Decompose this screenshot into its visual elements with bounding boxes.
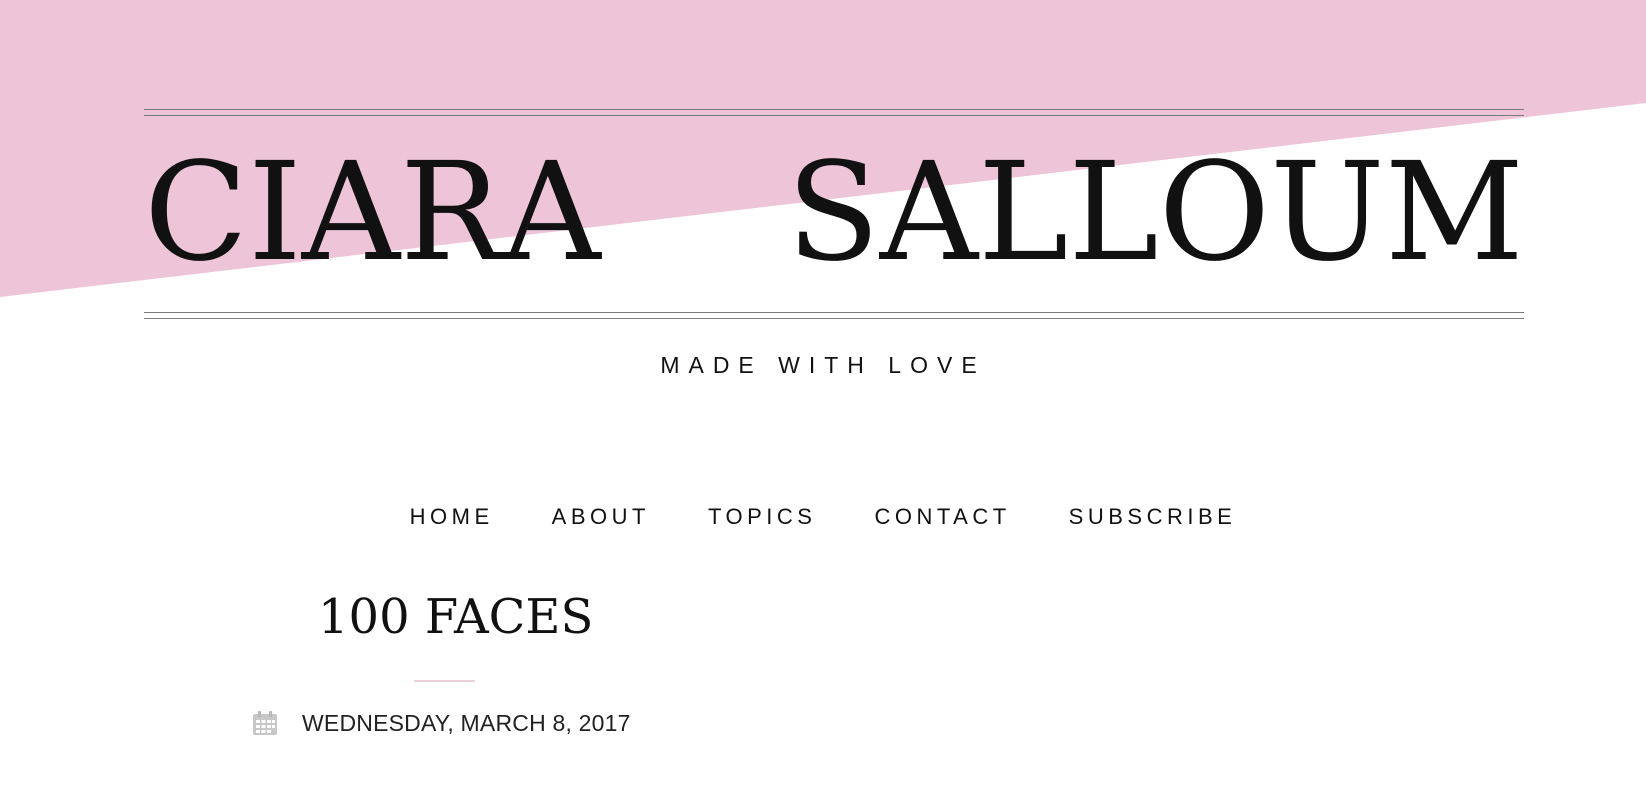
site-tagline: MADE WITH LOVE: [660, 352, 986, 378]
post-date: WEDNESDAY, MARCH 8, 2017: [302, 709, 631, 736]
nav-item-topics[interactable]: TOPICS: [708, 504, 817, 530]
post-date-line: WEDNESDAY, MARCH 8, 2017: [252, 708, 631, 738]
header-top-rule: [144, 109, 1524, 116]
post-title-underline: [414, 680, 475, 682]
nav-item-contact[interactable]: CONTACT: [874, 504, 1010, 530]
main-navigation: HOME ABOUT TOPICS CONTACT SUBSCRIBE: [0, 504, 1646, 530]
nav-item-subscribe[interactable]: SUBSCRIBE: [1069, 504, 1237, 530]
nav-item-about[interactable]: ABOUT: [552, 504, 650, 530]
post-title[interactable]: 100 FACES: [318, 586, 593, 648]
calendar-icon: [253, 711, 277, 735]
header-bottom-rule: [144, 312, 1524, 319]
nav-item-home[interactable]: HOME: [410, 504, 494, 530]
site-title[interactable]: CIARA SALLOUM: [144, 138, 1524, 288]
